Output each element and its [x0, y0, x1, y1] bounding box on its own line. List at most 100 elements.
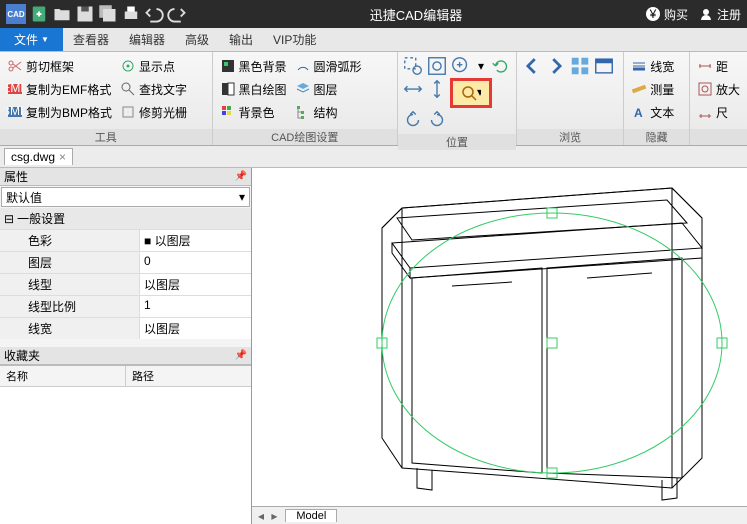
window-button[interactable]: [593, 55, 615, 77]
black-bg-icon: [220, 58, 236, 74]
prop-value[interactable]: 以图层: [140, 318, 251, 339]
magnify-icon: [697, 81, 713, 97]
copy-bmp-button[interactable]: BMP复制为BMP格式: [4, 101, 115, 123]
black-bg-button[interactable]: 黑色背景: [217, 55, 290, 77]
arc-icon: [295, 58, 311, 74]
model-tab-bar: ◂ ▸ Model: [252, 506, 747, 524]
text-button[interactable]: A文本: [628, 101, 677, 123]
prop-key: 线型比例: [0, 296, 140, 317]
zoom-dropdown[interactable]: ▾: [474, 55, 488, 77]
magnify-button[interactable]: 放大: [694, 78, 743, 100]
drawing-canvas[interactable]: ◂ ▸ Model: [252, 168, 747, 524]
menu-output[interactable]: 输出: [219, 28, 263, 51]
line-icon: [631, 58, 647, 74]
svg-text:▾: ▾: [477, 85, 481, 99]
menu-file[interactable]: 文件 ▼: [0, 28, 63, 51]
new-icon[interactable]: [29, 4, 49, 24]
rotate-left-button[interactable]: [402, 109, 424, 131]
property-row[interactable]: 色彩■ 以图层: [0, 229, 251, 251]
cad-drawing: [252, 168, 747, 524]
bmp-icon: BMP: [7, 104, 23, 120]
menu-editor[interactable]: 编辑器: [119, 28, 175, 51]
zoom-window-button[interactable]: [402, 55, 424, 77]
collapse-icon: ⊟: [4, 212, 14, 226]
prop-value[interactable]: ■ 以图层: [140, 230, 251, 251]
measure-button[interactable]: 测量: [628, 78, 677, 100]
svg-text:BMP: BMP: [7, 104, 23, 118]
nav-left-button[interactable]: [521, 55, 543, 77]
model-tab[interactable]: Model: [285, 509, 337, 522]
group-hide-label: 隐藏: [624, 129, 689, 145]
rotate-right-button[interactable]: [426, 109, 448, 131]
group-browse-label: 浏览: [517, 129, 623, 145]
show-points-button[interactable]: 显示点: [117, 55, 190, 77]
favorites-title: 收藏夹 📌: [0, 347, 251, 365]
prop-value[interactable]: 1: [140, 296, 251, 317]
property-row[interactable]: 线型以图层: [0, 273, 251, 295]
app-icon[interactable]: CAD: [6, 4, 26, 24]
ribbon: 剪切框架 EMF复制为EMF格式 BMP复制为BMP格式 显示点 查找文字 修剪…: [0, 52, 747, 146]
zoom-in-button[interactable]: [450, 55, 472, 77]
distance-button[interactable]: 距: [694, 55, 743, 77]
clip-frame-button[interactable]: 剪切框架: [4, 55, 115, 77]
document-tab[interactable]: csg.dwg ×: [4, 148, 73, 165]
property-grid: ⊟一般设置 色彩■ 以图层图层0线型以图层线型比例1线宽以图层: [0, 208, 251, 339]
preset-dropdown[interactable]: 默认值▾: [1, 187, 250, 207]
copy-emf-button[interactable]: EMF复制为EMF格式: [4, 78, 115, 100]
close-icon[interactable]: ×: [59, 150, 66, 164]
layer-button[interactable]: 图层: [292, 78, 365, 100]
side-panel: 属性 📌 默认值▾ ⊟一般设置 色彩■ 以图层图层0线型以图层线型比例1线宽以图…: [0, 168, 252, 524]
structure-button[interactable]: 结构: [292, 101, 365, 123]
doc-name: csg.dwg: [11, 150, 55, 164]
fit-height-button[interactable]: [426, 78, 448, 100]
saveall-icon[interactable]: [98, 4, 118, 24]
save-icon[interactable]: [75, 4, 95, 24]
menu-advanced[interactable]: 高级: [175, 28, 219, 51]
redo-icon[interactable]: [167, 4, 187, 24]
layout-grid-button[interactable]: [569, 55, 591, 77]
bg-color-button[interactable]: 背景色: [217, 101, 290, 123]
property-row[interactable]: 图层0: [0, 251, 251, 273]
arc-smooth-button[interactable]: 圆滑弧形: [292, 55, 365, 77]
prop-value[interactable]: 0: [140, 252, 251, 273]
find-text-button[interactable]: 查找文字: [117, 78, 190, 100]
chevron-down-icon: ▾: [239, 190, 245, 204]
refresh-button[interactable]: [490, 55, 512, 77]
category-general[interactable]: ⊟一般设置: [0, 208, 251, 229]
register-button[interactable]: 注册: [698, 6, 741, 23]
tab-nav-arrows[interactable]: ◂ ▸: [252, 509, 285, 523]
undo-icon[interactable]: [144, 4, 164, 24]
highlighted-navigate-button[interactable]: ▾: [450, 78, 492, 108]
text-icon: A: [631, 104, 647, 120]
menu-vip[interactable]: VIP功能: [263, 28, 326, 51]
col-path: 路径: [126, 366, 251, 386]
open-icon[interactable]: [52, 4, 72, 24]
ruler-icon: [631, 81, 647, 97]
zoom-extents-button[interactable]: [426, 55, 448, 77]
nav-right-button[interactable]: [545, 55, 567, 77]
bw-draw-button[interactable]: 黑白绘图: [217, 78, 290, 100]
main-area: 属性 📌 默认值▾ ⊟一般设置 色彩■ 以图层图层0线型以图层线型比例1线宽以图…: [0, 168, 747, 524]
pin-icon[interactable]: 📌: [235, 350, 247, 361]
group-cad-label: CAD绘图设置: [213, 129, 397, 145]
size-button[interactable]: 尺: [694, 101, 743, 123]
properties-title: 属性 📌: [0, 168, 251, 186]
tree-icon: [295, 104, 311, 120]
property-row[interactable]: 线型比例1: [0, 295, 251, 317]
prop-value[interactable]: 以图层: [140, 274, 251, 295]
distance-icon: [697, 58, 713, 74]
target-icon: [120, 58, 136, 74]
menu-viewer[interactable]: 查看器: [63, 28, 119, 51]
property-row[interactable]: 线宽以图层: [0, 317, 251, 339]
trim-clip-button[interactable]: 修剪光栅: [117, 101, 190, 123]
pin-icon[interactable]: 📌: [235, 171, 247, 182]
linewidth-button[interactable]: 线宽: [628, 55, 677, 77]
bw-icon: [220, 81, 236, 97]
layers-icon: [295, 81, 311, 97]
print-icon[interactable]: [121, 4, 141, 24]
emf-icon: EMF: [7, 81, 23, 97]
prop-key: 线型: [0, 274, 140, 295]
buy-button[interactable]: ¥购买: [645, 6, 688, 23]
app-title: 迅捷CAD编辑器: [187, 5, 645, 24]
fit-width-button[interactable]: [402, 78, 424, 100]
